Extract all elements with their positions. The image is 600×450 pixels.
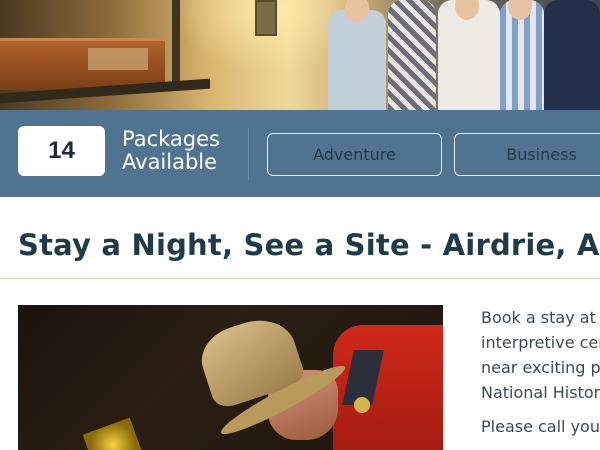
hero-pole — [172, 0, 180, 90]
hero-crate-label — [88, 48, 148, 70]
article-image — [18, 305, 443, 450]
article-line: interpretive cen — [481, 333, 600, 352]
article-line: Book a stay at t — [481, 308, 600, 327]
package-filter-bar: 14 Packages Available Adventure Business — [0, 110, 600, 197]
package-count-label-line2: Available — [122, 150, 218, 174]
hero-person — [328, 10, 386, 110]
article-line: Please call you — [481, 417, 600, 436]
hero-window — [255, 0, 277, 36]
package-count-label: Packages Available — [122, 128, 242, 174]
hero-image — [0, 0, 600, 110]
article-line: near exciting p — [481, 358, 600, 377]
image-lantern-glow — [82, 417, 144, 450]
package-count-label-line1: Packages — [122, 127, 220, 151]
article-body: Book a stay at t interpretive cen near e… — [481, 305, 600, 439]
category-button-adventure[interactable]: Adventure — [267, 133, 442, 176]
page-title: Stay a Night, See a Site - Airdrie, AB — [18, 228, 600, 262]
category-button-business[interactable]: Business — [454, 133, 600, 176]
article-line: National Histor — [481, 383, 600, 402]
image-badge — [354, 397, 370, 413]
filter-divider — [248, 128, 249, 180]
title-divider — [0, 278, 600, 279]
hero-person — [544, 0, 600, 110]
hero-person — [388, 0, 436, 110]
package-count-badge: 14 — [18, 126, 105, 176]
